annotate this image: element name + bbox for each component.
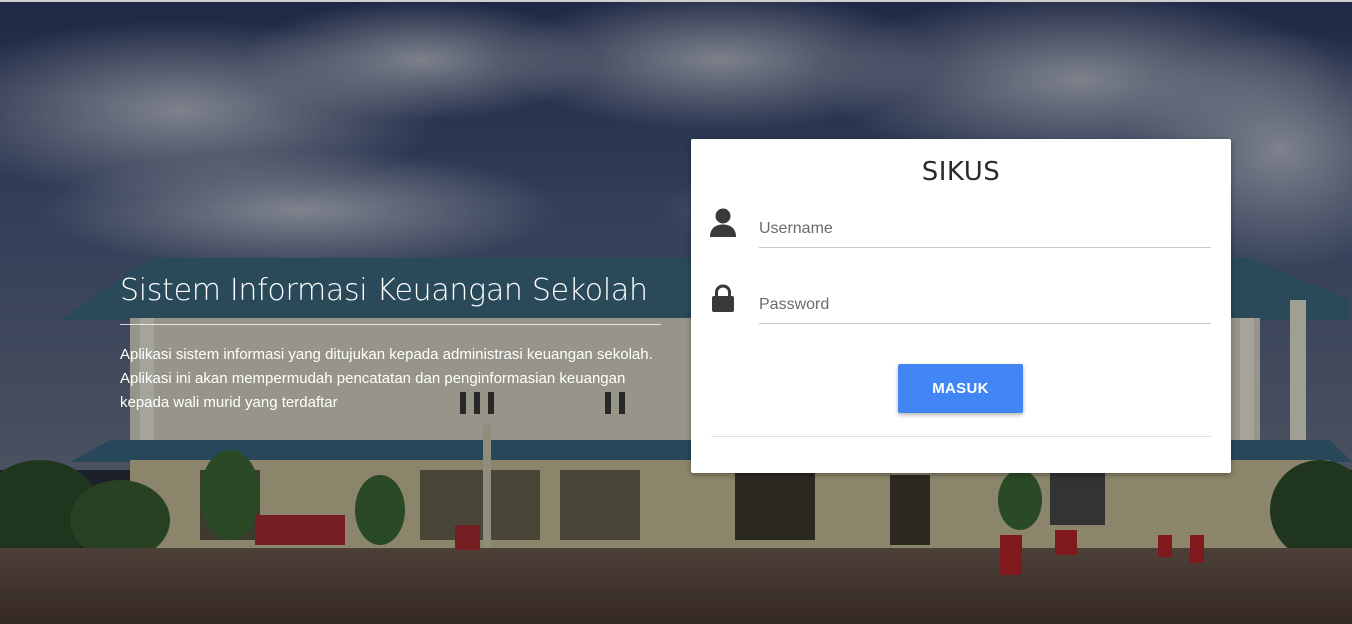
hero-section: Sistem Informasi Keuangan Sekolah Aplika… <box>120 272 661 415</box>
login-page: Sistem Informasi Keuangan Sekolah Aplika… <box>0 0 1352 624</box>
login-title: SIKUS <box>921 157 1001 187</box>
hero-description: Aplikasi sistem informasi yang ditujukan… <box>120 346 653 411</box>
login-card: SIKUS MASUK <box>691 139 1231 473</box>
user-icon <box>710 208 736 237</box>
password-row <box>709 279 1211 335</box>
hero-title: Sistem Informasi Keuangan Sekolah <box>120 273 648 308</box>
username-input[interactable] <box>759 211 1211 248</box>
hero-divider <box>120 324 661 325</box>
lock-icon <box>712 284 734 312</box>
masuk-button[interactable]: MASUK <box>898 364 1023 413</box>
top-border <box>0 0 1352 2</box>
card-divider <box>711 436 1211 437</box>
username-row <box>709 203 1211 259</box>
password-input[interactable] <box>759 287 1211 324</box>
